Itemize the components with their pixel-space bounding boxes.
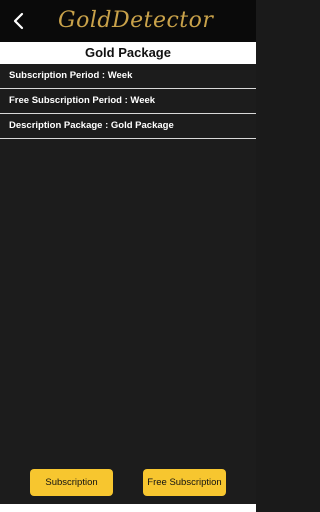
package-details-list: Subscription Period : Week Free Subscrip… bbox=[0, 64, 256, 139]
app-bar: GoldDetector bbox=[0, 0, 256, 42]
free-subscription-button[interactable]: Free Subscription bbox=[143, 469, 226, 496]
page-title: Gold Package bbox=[85, 45, 171, 60]
back-button[interactable] bbox=[8, 10, 30, 32]
arrow-back-icon bbox=[13, 12, 24, 30]
subscription-button[interactable]: Subscription bbox=[30, 469, 113, 496]
system-navigation-bar bbox=[0, 504, 256, 512]
detail-row-description-package: Description Package : Gold Package bbox=[0, 114, 256, 139]
app-logo: GoldDetector bbox=[58, 8, 214, 33]
detail-row-free-subscription-period: Free Subscription Period : Week bbox=[0, 89, 256, 114]
detail-row-subscription-period: Subscription Period : Week bbox=[0, 64, 256, 89]
app-screen: GoldDetector Gold Package Subscription P… bbox=[0, 0, 256, 512]
page-title-bar: Gold Package bbox=[0, 42, 256, 64]
